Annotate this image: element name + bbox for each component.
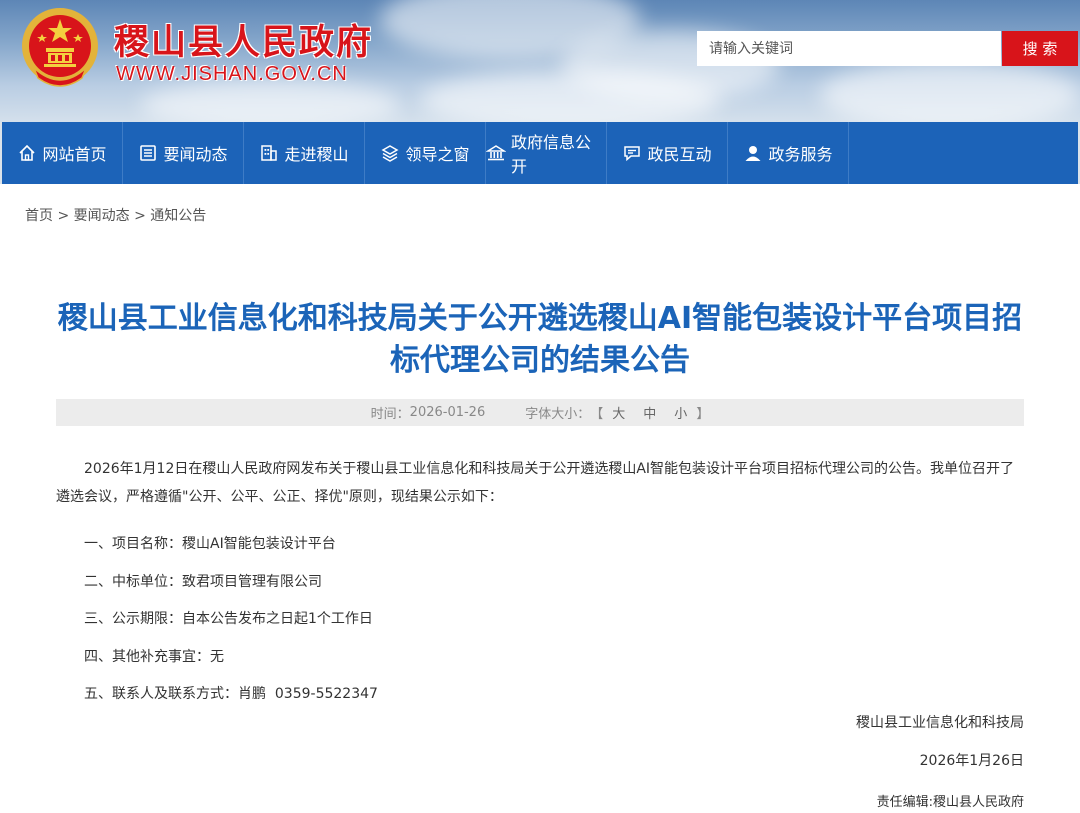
- nav-item-news[interactable]: 要闻动态: [123, 122, 244, 184]
- nav-label: 领导之窗: [405, 145, 470, 164]
- nav-bar: 网站首页 要闻动态 走进稷山 领导之窗 政府信息公开 政民互动 政务服务: [2, 122, 1078, 184]
- sky-cloud: [140, 80, 400, 122]
- breadcrumb-current[interactable]: 通知公告: [150, 208, 206, 224]
- main-nav: 网站首页 要闻动态 走进稷山 领导之窗 政府信息公开 政民互动 政务服务: [0, 122, 1080, 184]
- font-size-label: 字体大小：: [525, 407, 591, 422]
- nav-item-gov-info[interactable]: 政府信息公开: [486, 122, 607, 184]
- nav-label: 网站首页: [42, 145, 107, 164]
- chat-icon: [624, 146, 641, 162]
- nav-label: 政民互动: [647, 145, 712, 164]
- list-item: 二、中标单位：致君项目管理有限公司: [84, 574, 322, 590]
- breadcrumb-separator: >: [129, 208, 151, 224]
- nav-item-leaders[interactable]: 领导之窗: [365, 122, 486, 184]
- news-icon: [140, 145, 157, 161]
- nav-label: 走进稷山: [284, 145, 349, 164]
- nav-label: 要闻动态: [163, 145, 228, 164]
- nav-item-interaction[interactable]: 政民互动: [607, 122, 728, 184]
- nav-item-services[interactable]: 政务服务: [728, 122, 849, 184]
- article-container: 首页 > 要闻动态 > 通知公告 稷山县工业信息化和科技局关于公开遴选稷山AI智…: [0, 184, 1080, 813]
- article-meta: 时间： 2026-01-26 字体大小：【大中小】: [56, 399, 1024, 426]
- list-item: 三、公示期限：自本公告发布之日起1个工作日: [84, 611, 373, 627]
- breadcrumb-separator: >: [53, 208, 74, 224]
- user-service-icon: [745, 146, 761, 161]
- list-item: 四、其他补充事宜：无: [84, 649, 224, 665]
- font-size-large-button[interactable]: 大: [612, 403, 625, 422]
- bank-icon: [486, 145, 506, 161]
- list-item: 一、项目名称：稷山AI智能包装设计平台: [84, 536, 336, 552]
- nav-item-about[interactable]: 走进稷山: [244, 122, 365, 184]
- breadcrumb-section[interactable]: 要闻动态: [74, 208, 130, 224]
- article-title: 稷山县工业信息化和科技局关于公开遴选稷山AI智能包装设计平台项目招标代理公司的结…: [57, 301, 1023, 378]
- layers-icon: [381, 145, 399, 162]
- home-icon: [19, 144, 36, 161]
- breadcrumb-home[interactable]: 首页: [25, 208, 53, 224]
- building-icon: [261, 145, 278, 161]
- site-title: 稷山县人民政府: [114, 23, 374, 63]
- article-body: 2026年1月12日在稷山人民政府网发布关于稷山县工业信息化和科技局关于公开遴选…: [56, 455, 1024, 702]
- font-bracket: 【: [590, 407, 604, 422]
- font-size-medium-button[interactable]: 中: [643, 403, 656, 422]
- list-item: 五、联系人及联系方式：肖鹏 0359-5522347: [84, 686, 378, 702]
- sky-cloud: [420, 70, 720, 122]
- breadcrumb: 首页 > 要闻动态 > 通知公告: [25, 205, 206, 225]
- nav-label: 政府信息公开: [511, 133, 592, 176]
- national-emblem-icon: [22, 8, 98, 87]
- nav-item-home[interactable]: 网站首页: [2, 122, 123, 184]
- signature-org: 稷山县工业信息化和科技局: [856, 715, 1024, 731]
- sky-cloud: [820, 60, 1080, 122]
- publish-date: 2026-01-26: [409, 405, 486, 420]
- search-button[interactable]: 搜 索: [1002, 31, 1078, 66]
- intro-paragraph: 2026年1月12日在稷山人民政府网发布关于稷山县工业信息化和科技局关于公开遴选…: [56, 461, 1015, 505]
- time-label: 时间：: [370, 407, 410, 422]
- signature-date: 2026年1月26日: [919, 753, 1024, 769]
- font-bracket: 】: [696, 407, 710, 422]
- responsible-editor: 责任编辑:稷山县人民政府: [876, 795, 1024, 810]
- font-size-small-button[interactable]: 小: [674, 403, 687, 422]
- site-header: 稷山县人民政府 WWW.JISHAN.GOV.CN 搜 索: [0, 0, 1080, 122]
- search-input[interactable]: [697, 31, 1001, 66]
- site-url: WWW.JISHAN.GOV.CN: [116, 63, 348, 85]
- nav-label: 政务服务: [768, 145, 833, 164]
